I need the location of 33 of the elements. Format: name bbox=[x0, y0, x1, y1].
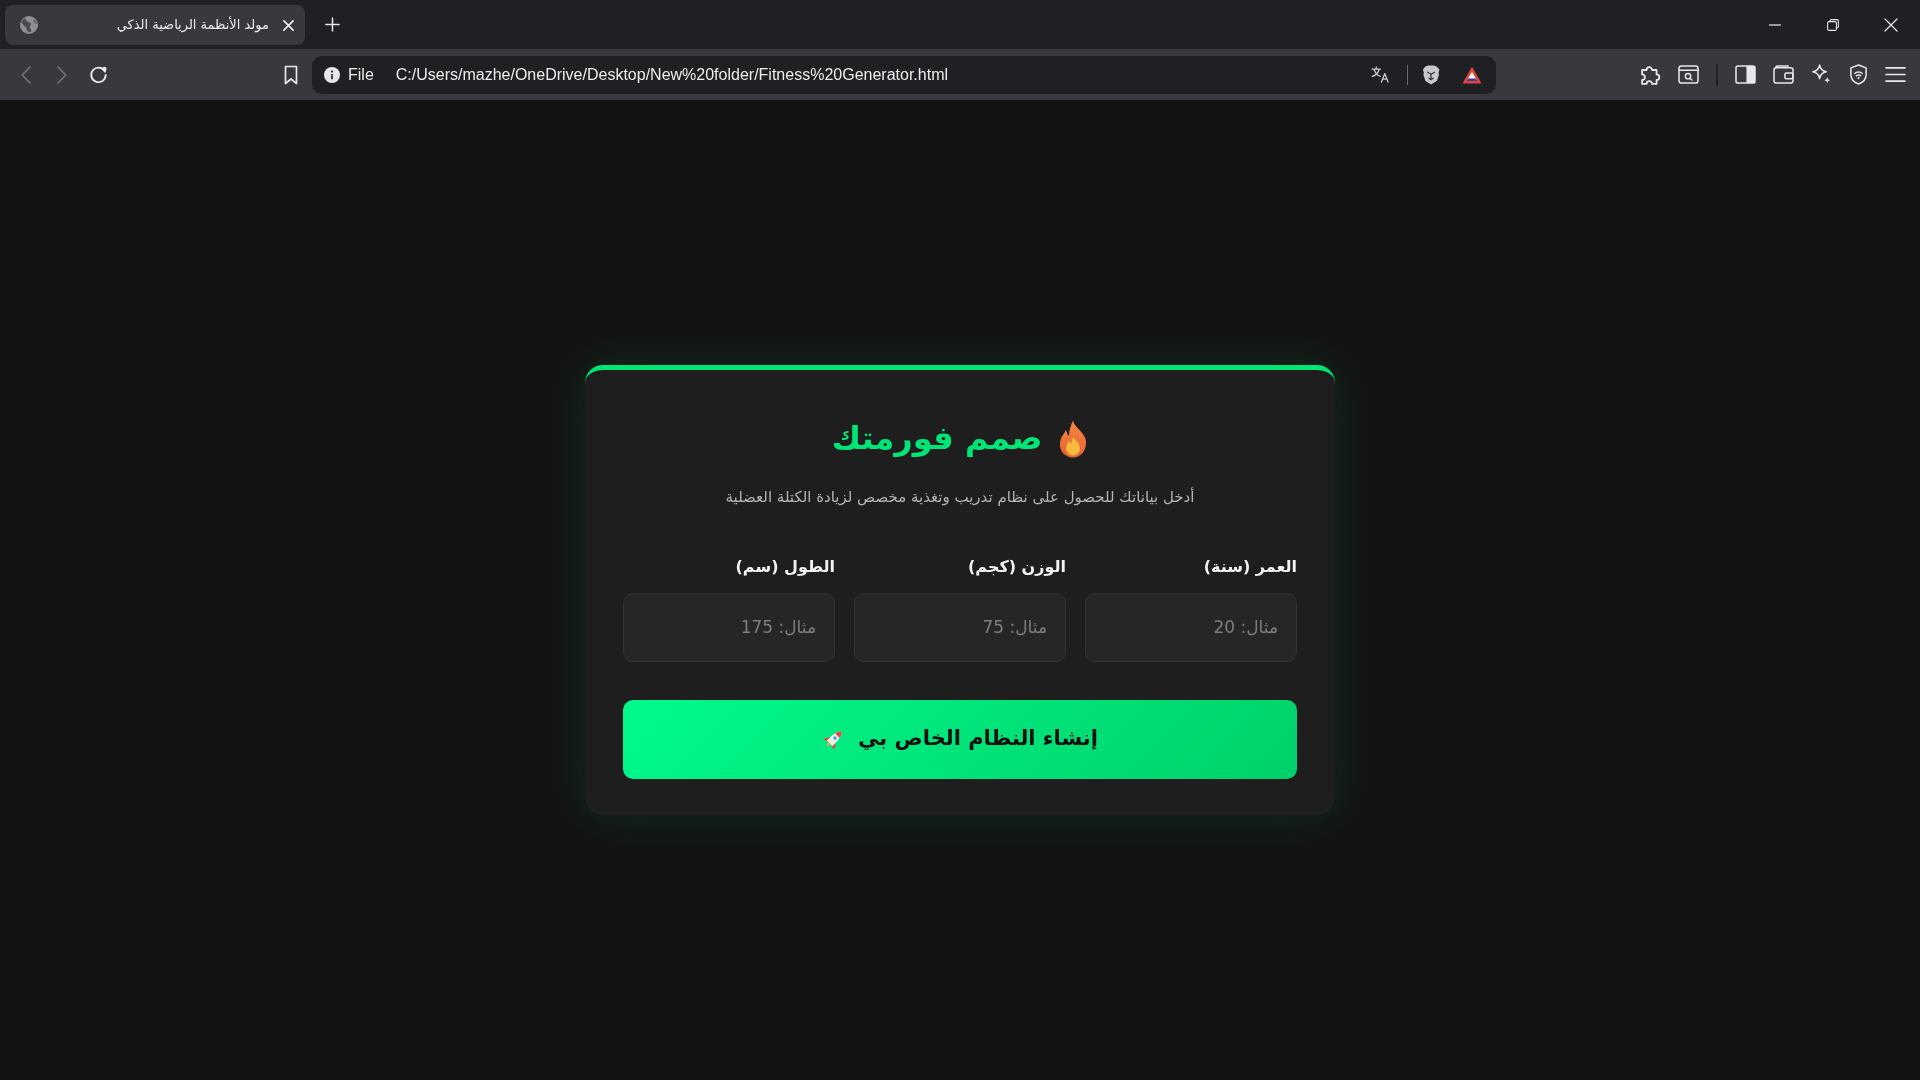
browser-tab[interactable]: مولد الأنظمة الرياضية الذكي bbox=[5, 5, 305, 45]
plus-icon[interactable] bbox=[325, 17, 340, 32]
field-label: الطول (سم) bbox=[734, 555, 835, 578]
input-field[interactable]: مثال: 75 bbox=[854, 592, 1066, 662]
restore-icon[interactable] bbox=[1827, 18, 1839, 31]
bookmark-icon[interactable] bbox=[284, 64, 298, 85]
menu-icon[interactable] bbox=[1885, 66, 1906, 83]
window-search-icon[interactable] bbox=[1678, 65, 1699, 84]
close-icon[interactable] bbox=[283, 19, 294, 31]
reload-icon[interactable] bbox=[89, 65, 108, 84]
triangle-icon[interactable] bbox=[1462, 65, 1482, 84]
sidebar-icon[interactable] bbox=[1735, 65, 1756, 84]
info-icon[interactable] bbox=[324, 66, 340, 83]
sparkle-icon[interactable] bbox=[1811, 64, 1832, 85]
input-field[interactable]: مثال: 20 bbox=[1085, 592, 1297, 662]
url-text[interactable]: C:/Users/mazhe/OneDrive/Desktop/New%20folder/Fitness%20Generator.html bbox=[395, 62, 948, 87]
globe-icon bbox=[20, 16, 38, 34]
close-icon[interactable] bbox=[1884, 17, 1898, 32]
puzzle-icon[interactable] bbox=[1641, 64, 1661, 85]
field-label: العمر (سنة) bbox=[1202, 555, 1297, 578]
minimize-icon[interactable] bbox=[1769, 23, 1781, 26]
scheme-label: File bbox=[348, 64, 374, 85]
wallet-icon[interactable] bbox=[1773, 65, 1794, 84]
form-subtitle: أدخل بياناتك للحصول على نظام تدريب وتغذية مخصص لزيادة الكتلة العضلية bbox=[724, 486, 1196, 509]
submit-button[interactable]: إنشاء النظام الخاص بي bbox=[623, 699, 1297, 779]
field-label: الوزن (كجم) bbox=[967, 555, 1066, 578]
flame-icon bbox=[1058, 420, 1089, 459]
input-field[interactable]: مثال: 175 bbox=[623, 592, 835, 662]
translate-icon[interactable] bbox=[1371, 66, 1390, 83]
shield-wifi-icon[interactable] bbox=[1849, 64, 1868, 85]
form-title: صمم فورمتك bbox=[831, 418, 1043, 460]
shield-icon[interactable] bbox=[1422, 64, 1440, 85]
address-bar[interactable]: File C:/Users/mazhe/OneDrive/Desktop/New%20folder/Fitness%20Generator.html bbox=[312, 55, 1496, 94]
